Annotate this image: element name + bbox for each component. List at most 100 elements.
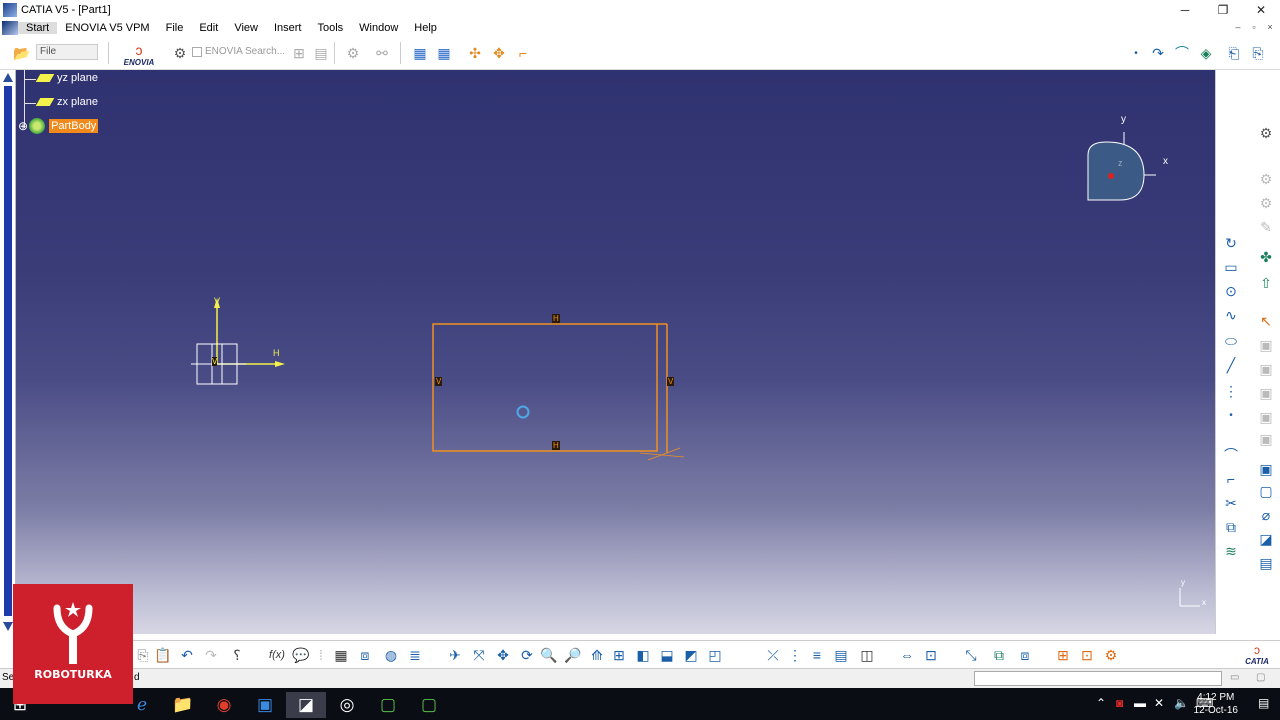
select-icon[interactable]: ↖ bbox=[1257, 312, 1275, 330]
workbench-icon[interactable]: ⎘ bbox=[1248, 43, 1268, 63]
grid-icon[interactable]: ▦ bbox=[410, 43, 430, 63]
circle-icon[interactable]: ⊙ bbox=[1222, 282, 1240, 300]
constraint-create-icon[interactable]: ⊞ bbox=[1053, 645, 1073, 665]
menu-view[interactable]: View bbox=[226, 22, 266, 34]
redo-icon[interactable]: ↷ bbox=[201, 645, 221, 665]
stiffener-icon[interactable]: ▣ bbox=[1257, 408, 1275, 426]
pan-icon[interactable]: ✥ bbox=[493, 645, 513, 665]
menu-enovia[interactable]: ENOVIA V5 VPM bbox=[57, 22, 157, 34]
iso-view-icon[interactable]: ◧ bbox=[633, 645, 653, 665]
rib-icon[interactable]: ▣ bbox=[1257, 360, 1275, 378]
spline-tool-icon[interactable]: ∿ bbox=[1222, 306, 1240, 324]
mirror-icon[interactable]: ⧉ bbox=[1222, 518, 1240, 536]
chrome-icon[interactable]: ◉ bbox=[204, 692, 244, 718]
doc-close-button[interactable]: × bbox=[1264, 21, 1276, 33]
enovia-checkbox[interactable] bbox=[192, 47, 202, 57]
clipboard-icon[interactable]: 📋 bbox=[153, 645, 173, 665]
shading-icon[interactable]: ⬓ bbox=[657, 645, 677, 665]
profile-icon[interactable]: ↻ bbox=[1222, 234, 1240, 252]
open-folder-icon[interactable]: 📂 bbox=[12, 43, 32, 63]
tray-app-icon[interactable]: ◙ bbox=[1116, 696, 1123, 710]
rotate-icon[interactable]: ⟳ bbox=[517, 645, 537, 665]
doc-minimize-button[interactable]: – bbox=[1232, 21, 1244, 33]
axis-tool-icon[interactable]: ⋮ bbox=[1222, 382, 1240, 400]
snap-grid-icon[interactable]: ▦ bbox=[434, 43, 454, 63]
exit-workbench-icon[interactable]: ⎗ bbox=[1224, 43, 1244, 63]
menu-window[interactable]: Window bbox=[351, 22, 406, 34]
measure-icon[interactable]: ◍ bbox=[381, 645, 401, 665]
thickness-icon[interactable]: ◪ bbox=[1257, 530, 1275, 548]
sketch-plane-icon[interactable]: ⇔ bbox=[897, 645, 917, 665]
zoom-in-icon[interactable]: 🔍 bbox=[539, 645, 559, 665]
table-icon[interactable]: ▦ bbox=[331, 645, 351, 665]
slot-icon[interactable]: ▣ bbox=[1257, 384, 1275, 402]
command-minimize-icon[interactable]: ▭ bbox=[1230, 672, 1239, 683]
project-icon[interactable]: ≋ bbox=[1222, 542, 1240, 560]
enovia-save-icon[interactable]: ▤ bbox=[311, 43, 331, 63]
chamfer-icon[interactable]: ⌐ bbox=[1222, 470, 1240, 488]
menu-start[interactable]: Start bbox=[18, 22, 58, 34]
sketch-analysis-icon[interactable]: ≡ bbox=[807, 645, 827, 665]
select-filter-icon[interactable]: ⤡ bbox=[961, 645, 981, 665]
loft-icon[interactable]: ▣ bbox=[1257, 430, 1275, 448]
hide-show-icon[interactable]: ◩ bbox=[681, 645, 701, 665]
line-icon[interactable]: ╱ bbox=[1222, 356, 1240, 374]
scroll-up-icon[interactable] bbox=[3, 73, 13, 82]
whats-this-icon[interactable]: ⸮ bbox=[227, 645, 247, 665]
fillet-icon[interactable]: ▣ bbox=[1257, 460, 1275, 478]
corner-icon[interactable]: ⌒ bbox=[1222, 446, 1240, 464]
catalog-icon[interactable]: ⧈ bbox=[355, 645, 375, 665]
sketch-output-icon[interactable]: ⧈ bbox=[1015, 645, 1035, 665]
file-combo[interactable]: File bbox=[36, 44, 98, 60]
constraint-vertical-right[interactable]: V bbox=[667, 377, 675, 386]
enovia-search-field[interactable]: ENOVIA Search... bbox=[205, 46, 285, 57]
point-icon[interactable]: • bbox=[1126, 43, 1146, 63]
menu-help[interactable]: Help bbox=[406, 22, 445, 34]
enovia-link-icon[interactable]: ⚯ bbox=[372, 43, 392, 63]
multi-view-icon[interactable]: ⊞ bbox=[609, 645, 629, 665]
geometry-visualization-icon[interactable]: ⊡ bbox=[921, 645, 941, 665]
enovia-gear-icon[interactable]: ⚙ bbox=[343, 43, 363, 63]
constraint-vertical-left[interactable]: V bbox=[435, 377, 443, 386]
pocket-icon[interactable]: ⚙ bbox=[1257, 194, 1275, 212]
sketcher-icon[interactable]: ⚙ bbox=[1257, 124, 1275, 142]
workbench-tools-icon[interactable]: ⧉ bbox=[989, 645, 1009, 665]
camtasia-icon[interactable]: ▢ bbox=[368, 692, 408, 718]
constraint-horizontal-top[interactable]: H bbox=[552, 314, 560, 323]
start-menu-icon[interactable] bbox=[2, 21, 18, 35]
pad-icon[interactable]: ⚙ bbox=[1257, 170, 1275, 188]
clock[interactable]: 4:12 PM 12-Oct-16 bbox=[1194, 691, 1238, 717]
tree-scrollbar[interactable] bbox=[0, 70, 16, 634]
undo-icon[interactable]: ↶ bbox=[177, 645, 197, 665]
constraint-list-icon[interactable]: ⋮ bbox=[785, 645, 805, 665]
restore-button[interactable]: ❐ bbox=[1204, 0, 1242, 19]
sketch-canvas[interactable] bbox=[16, 70, 1215, 634]
export-icon[interactable]: ⇧ bbox=[1257, 274, 1275, 292]
3d-viewport[interactable]: yz plane zx plane ⊕ PartBody H H V V H V… bbox=[16, 70, 1215, 634]
ellipse-icon[interactable]: ⬭ bbox=[1222, 332, 1240, 350]
trim-icon[interactable]: ✂ bbox=[1222, 494, 1240, 512]
sketch-tools-icon[interactable]: ◈ bbox=[1196, 43, 1216, 63]
scroll-track[interactable] bbox=[4, 86, 12, 616]
camtasia-recorder-icon[interactable]: ▢ bbox=[409, 692, 449, 718]
tray-battery-icon[interactable]: ▬ bbox=[1134, 696, 1146, 710]
catia-task-icon[interactable]: ◪ bbox=[286, 692, 326, 718]
notifications-icon[interactable]: ▤ bbox=[1258, 696, 1269, 710]
rectangle-icon[interactable]: ▭ bbox=[1222, 258, 1240, 276]
store-icon[interactable]: ▣ bbox=[245, 692, 285, 718]
menu-insert[interactable]: Insert bbox=[266, 22, 310, 34]
dimensional-constraint-icon[interactable]: ⌐ bbox=[513, 43, 533, 63]
normal-view-icon[interactable]: ⟰ bbox=[587, 645, 607, 665]
zoom-out-icon[interactable]: 🔎 bbox=[563, 645, 583, 665]
constraint-horizontal-bottom[interactable]: H bbox=[552, 441, 560, 450]
analysis-icon[interactable]: ⤫ bbox=[763, 645, 783, 665]
point-tool-icon[interactable]: • bbox=[1222, 406, 1240, 424]
enovia-tree-icon[interactable]: ⊞ bbox=[289, 43, 309, 63]
enovia-logo-icon[interactable]: ↄ ENOVIA bbox=[122, 41, 156, 67]
draft-icon[interactable]: ▢ bbox=[1257, 482, 1275, 500]
close-button[interactable]: ✕ bbox=[1242, 0, 1280, 19]
enovia-connect-icon[interactable]: ⚙ bbox=[170, 43, 190, 63]
shaft-icon[interactable]: ✎ bbox=[1257, 218, 1275, 236]
construction-icon[interactable]: ✣ bbox=[465, 43, 485, 63]
solving-status-icon[interactable]: ▤ bbox=[831, 645, 851, 665]
